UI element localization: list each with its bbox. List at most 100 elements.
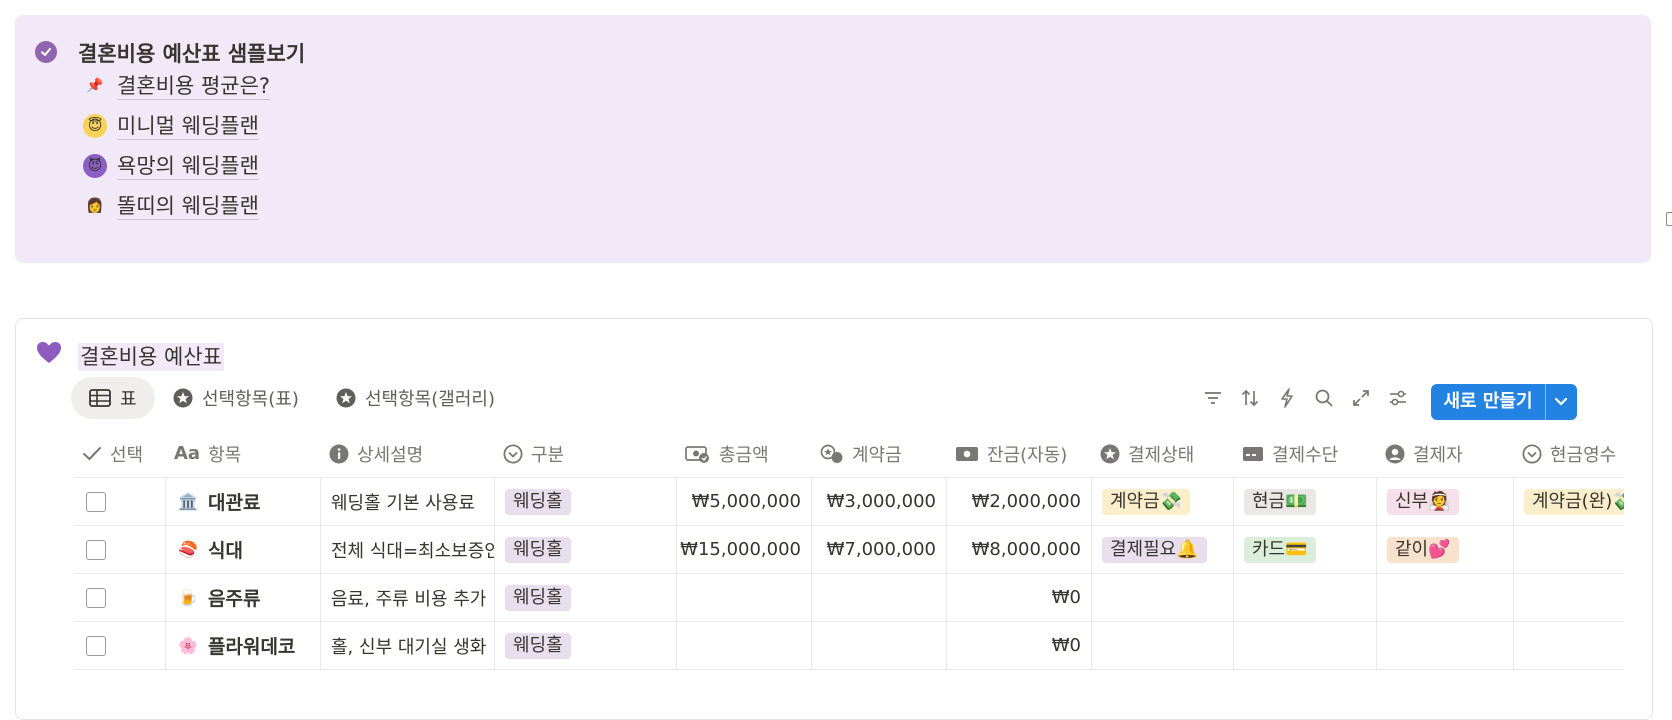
status-cell[interactable]: 계약금💸 [1092, 478, 1234, 526]
status-cell[interactable] [1092, 622, 1234, 670]
link-label[interactable]: 미니멀 웨딩플랜 [117, 113, 259, 140]
column-header-payer[interactable]: 결제자 [1377, 430, 1514, 478]
balance-cell: ₩2,000,000 [947, 478, 1092, 526]
star-circle-icon [1100, 444, 1120, 464]
row-checkbox[interactable] [86, 587, 106, 608]
item-name: 음주류 [208, 588, 261, 610]
total-cell[interactable]: ₩5,000,000 [677, 478, 812, 526]
column-label: 잔금(자동) [987, 444, 1068, 466]
link-label[interactable]: 결혼비용 평균은? [117, 73, 271, 100]
tab-label: 선택항목(표) [202, 389, 299, 410]
row-checkbox[interactable] [86, 635, 106, 656]
tab-table[interactable]: 표 [71, 377, 155, 419]
column-header-payment-status[interactable]: 결제상태 [1092, 430, 1234, 478]
link-label[interactable]: 똘띠의 웨딩플랜 [117, 193, 259, 220]
status-cell[interactable]: 결제필요🔔 [1092, 526, 1234, 574]
total-cell[interactable]: ₩15,000,000 [677, 526, 812, 574]
payer-cell[interactable] [1377, 574, 1514, 622]
link-average-cost[interactable]: 📌 결혼비용 평균은? [83, 71, 271, 101]
chevron-down-icon[interactable] [1545, 384, 1577, 420]
column-header-balance[interactable]: 잔금(자동) [947, 430, 1092, 478]
tab-selected-gallery[interactable]: 선택항목(갤러리) [336, 377, 495, 419]
table-row[interactable]: 🍺 음주류 음료, 주류 비용 추가 웨딩홀 ₩0 [74, 574, 1624, 622]
column-header-cash-receipt[interactable]: 현금영수 [1514, 430, 1624, 478]
method-cell[interactable]: 현금💵 [1234, 478, 1377, 526]
description-cell[interactable]: 음료, 주류 비용 추가 [321, 574, 495, 622]
column-header-select[interactable]: 선택 [74, 430, 166, 478]
link-minimal-plan[interactable]: 😇 미니멀 웨딩플랜 [83, 111, 259, 141]
deposit-cell[interactable]: ₩7,000,000 [812, 526, 947, 574]
text-aa-icon: Aa [174, 443, 201, 464]
category-tag: 웨딩홀 [505, 488, 571, 515]
receipt-cell[interactable]: 계약금(완)💸 [1514, 478, 1624, 526]
item-name-cell[interactable]: 🍣 식대 [166, 526, 321, 574]
money-icon [685, 444, 711, 464]
column-header-item[interactable]: Aa 항목 [166, 430, 321, 478]
column-header-total[interactable]: 총금액 [677, 430, 812, 478]
description-cell[interactable]: 웨딩홀 기본 사용료 [321, 478, 495, 526]
row-checkbox-cell[interactable] [74, 478, 166, 526]
method-cell[interactable] [1234, 622, 1377, 670]
category-cell[interactable]: 웨딩홀 [495, 478, 677, 526]
link-ttolddi-plan[interactable]: 👩 똘띠의 웨딩플랜 [83, 191, 259, 221]
category-cell[interactable]: 웨딩홀 [495, 526, 677, 574]
settings-sliders-icon[interactable] [1385, 385, 1411, 411]
method-cell[interactable] [1234, 574, 1377, 622]
column-label: 계약금 [852, 444, 902, 466]
column-header-description[interactable]: 상세설명 [321, 430, 495, 478]
deposit-cell[interactable]: ₩3,000,000 [812, 478, 947, 526]
link-label[interactable]: 욕망의 웨딩플랜 [117, 153, 259, 180]
item-name-cell[interactable]: 🍺 음주류 [166, 574, 321, 622]
description-cell[interactable]: 전체 식대=최소보증인원 [321, 526, 495, 574]
comment-icon[interactable] [1666, 212, 1672, 226]
payer-cell[interactable]: 같이💕 [1377, 526, 1514, 574]
category-cell[interactable]: 웨딩홀 [495, 622, 677, 670]
table-row[interactable]: 🍣 식대 전체 식대=최소보증인원 웨딩홀 ₩15,000,000 ₩7,000,… [74, 526, 1624, 574]
column-label: 총금액 [719, 444, 769, 466]
row-checkbox-cell[interactable] [74, 526, 166, 574]
category-cell[interactable]: 웨딩홀 [495, 574, 677, 622]
budget-table: 선택 Aa 항목 상세설명 구분 총금액 계약금 잔금(자동) 결제상태 결제수… [74, 430, 1624, 690]
tab-selected-table[interactable]: 선택항목(표) [173, 377, 299, 419]
payer-cell[interactable]: 신부👰 [1377, 478, 1514, 526]
receipt-cell[interactable] [1514, 526, 1624, 574]
receipt-cell[interactable] [1514, 574, 1624, 622]
deposit-cell[interactable] [812, 622, 947, 670]
status-cell[interactable] [1092, 574, 1234, 622]
description-cell[interactable]: 홀, 신부 대기실 생화 [321, 622, 495, 670]
payer-cell[interactable] [1377, 622, 1514, 670]
new-button-group: 새로 만들기 [1431, 384, 1577, 420]
method-cell[interactable]: 카드💳 [1234, 526, 1377, 574]
database-title[interactable]: 결혼비용 예산표 [78, 343, 224, 371]
star-circle-icon [173, 388, 193, 408]
woman-icon: 👩 [86, 198, 104, 214]
table-row[interactable]: 🏛️ 대관료 웨딩홀 기본 사용료 웨딩홀 ₩5,000,000 ₩3,000,0… [74, 478, 1624, 526]
expand-icon[interactable] [1348, 385, 1374, 411]
filter-icon[interactable] [1200, 385, 1226, 411]
total-cell[interactable] [677, 622, 812, 670]
deposit-cell[interactable] [812, 574, 947, 622]
item-name-cell[interactable]: 🌸 플라워데코 [166, 622, 321, 670]
column-label: 선택 [110, 444, 144, 466]
link-desire-plan[interactable]: 😈 욕망의 웨딩플랜 [83, 151, 259, 181]
column-label: 결제자 [1413, 444, 1463, 466]
row-checkbox[interactable] [86, 539, 106, 560]
column-label: 결제수단 [1272, 444, 1339, 466]
automation-bolt-icon[interactable] [1274, 385, 1300, 411]
column-header-deposit[interactable]: 계약금 [812, 430, 947, 478]
row-checkbox-cell[interactable] [74, 622, 166, 670]
new-button[interactable]: 새로 만들기 [1431, 384, 1545, 420]
column-label: 항목 [208, 444, 242, 466]
purple-heart-icon [36, 341, 62, 369]
row-checkbox-cell[interactable] [74, 574, 166, 622]
sort-icon[interactable] [1237, 385, 1263, 411]
column-header-category[interactable]: 구분 [495, 430, 677, 478]
row-checkbox[interactable] [86, 491, 106, 512]
column-header-payment-method[interactable]: 결제수단 [1234, 430, 1377, 478]
receipt-cell[interactable] [1514, 622, 1624, 670]
total-cell[interactable] [677, 574, 812, 622]
payer-tag: 신부👰 [1387, 488, 1459, 515]
search-icon[interactable] [1311, 385, 1337, 411]
item-name-cell[interactable]: 🏛️ 대관료 [166, 478, 321, 526]
table-row[interactable]: 🌸 플라워데코 홀, 신부 대기실 생화 웨딩홀 ₩0 [74, 622, 1624, 670]
